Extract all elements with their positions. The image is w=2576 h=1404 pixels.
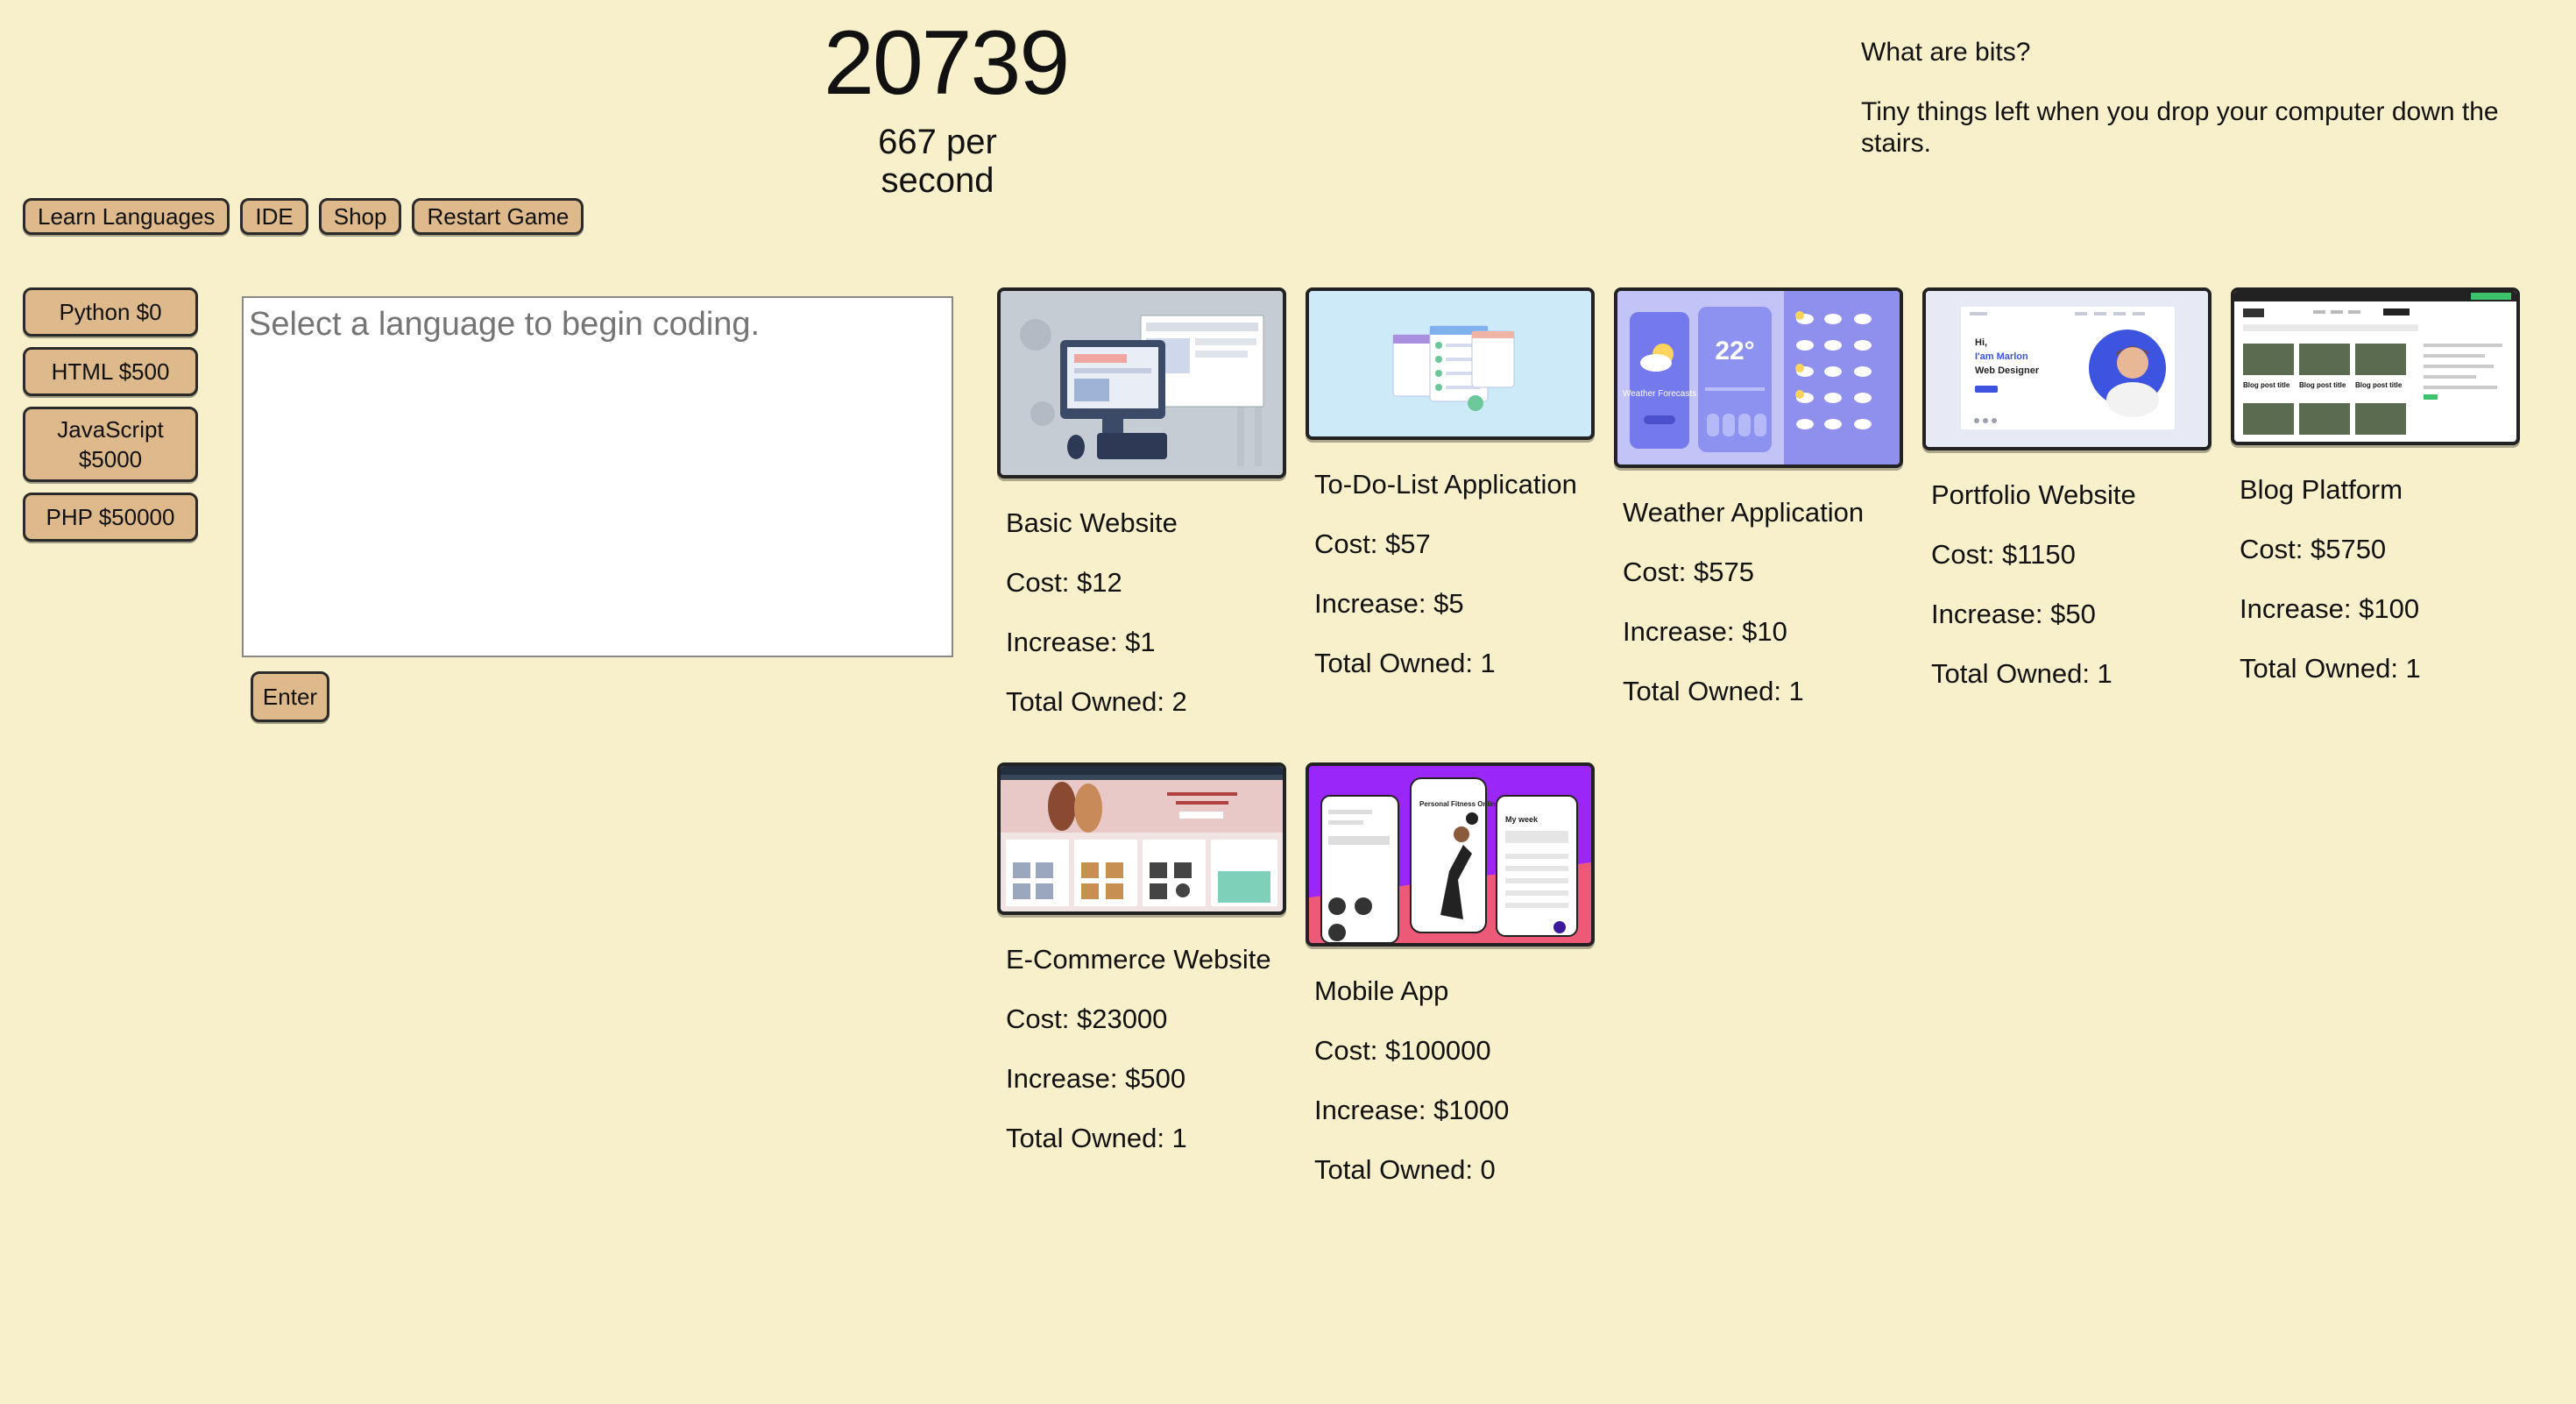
svg-text:I'am Marlon: I'am Marlon	[1975, 351, 2028, 362]
ecommerce-thumbnail[interactable]	[997, 762, 1286, 915]
weather-app-illustration-icon: Weather Forecasts 22°	[1617, 291, 1900, 464]
project-card-mobile-app: Personal Fitness Online App My week Mobi…	[1306, 762, 1595, 1187]
project-card-basic-website: Basic Website Cost: $12 Increase: $1 Tot…	[997, 287, 1286, 719]
project-owned: Total Owned: 2	[1006, 686, 1187, 717]
project-increase: Increase: $1000	[1314, 1095, 1510, 1125]
restart-game-button[interactable]: Restart Game	[412, 198, 584, 235]
checklist-illustration-icon	[1309, 291, 1591, 436]
project-name: E-Commerce Website	[1006, 944, 1271, 975]
svg-text:Hi,: Hi,	[1975, 337, 1987, 348]
language-list: Python $0 HTML $500 JavaScript $5000 PHP…	[23, 287, 198, 542]
joke-panel: What are bits? Tiny things left when you…	[1861, 37, 2527, 160]
basic-website-thumbnail[interactable]	[997, 287, 1286, 479]
learn-languages-button[interactable]: Learn Languages	[23, 198, 230, 235]
project-increase: Increase: $1	[1006, 627, 1156, 657]
score-counter: 20739 667 per second	[824, 12, 1070, 200]
project-name: Portfolio Website	[1931, 479, 2136, 510]
language-button-javascript[interactable]: JavaScript $5000	[23, 407, 198, 482]
enter-button[interactable]: Enter	[251, 671, 329, 722]
project-owned: Total Owned: 1	[1006, 1123, 1187, 1153]
code-input[interactable]	[242, 296, 953, 657]
bits-per-second: 667 per second	[878, 123, 997, 200]
project-owned: Total Owned: 0	[1314, 1154, 1496, 1185]
project-cost: Cost: $100000	[1314, 1035, 1491, 1066]
svg-text:Web Designer: Web Designer	[1975, 365, 2040, 376]
mobile-app-illustration-icon: Personal Fitness Online App My week	[1309, 766, 1591, 943]
blog-illustration-icon: Blog post title Blog post title Blog post …	[2234, 291, 2516, 442]
svg-text:Blog post title: Blog post title	[2299, 381, 2346, 389]
joke-question: What are bits?	[1861, 38, 2031, 67]
language-button-html[interactable]: HTML $500	[23, 347, 198, 396]
project-cost: Cost: $1150	[1931, 539, 2076, 570]
svg-text:My week: My week	[1505, 815, 1539, 824]
weather-thumbnail[interactable]: Weather Forecasts 22°	[1614, 287, 1903, 468]
project-card-weather: Weather Forecasts 22° Weather Applicatio…	[1614, 287, 1903, 708]
svg-text:22°: 22°	[1715, 337, 1754, 365]
project-cost: Cost: $575	[1623, 557, 1754, 587]
blog-thumbnail[interactable]: Blog post title Blog post title Blog post …	[2231, 287, 2520, 445]
project-name: To-Do-List Application	[1314, 469, 1577, 500]
bits-count: 20739	[824, 12, 1070, 114]
portfolio-illustration-icon: Hi, I'am Marlon Web Designer	[1926, 291, 2208, 447]
project-increase: Increase: $50	[1931, 599, 2096, 629]
todo-list-thumbnail[interactable]	[1306, 287, 1595, 440]
language-button-python[interactable]: Python $0	[23, 287, 198, 337]
project-increase: Increase: $5	[1314, 588, 1464, 619]
project-name: Basic Website	[1006, 507, 1178, 538]
top-nav: Learn Languages IDE Shop Restart Game	[23, 198, 584, 235]
project-name: Blog Platform	[2240, 474, 2403, 505]
language-button-php[interactable]: PHP $50000	[23, 493, 198, 542]
project-card-todo-list: To-Do-List Application Cost: $57 Increas…	[1306, 287, 1595, 680]
ide-button[interactable]: IDE	[240, 198, 308, 235]
project-cost: Cost: $23000	[1006, 1003, 1168, 1034]
project-name: Mobile App	[1314, 975, 1449, 1006]
project-owned: Total Owned: 1	[1623, 676, 1804, 706]
project-owned: Total Owned: 1	[1931, 658, 2112, 689]
shop-illustration-icon	[1001, 766, 1283, 911]
project-card-ecommerce: E-Commerce Website Cost: $23000 Increase…	[997, 762, 1286, 1155]
project-name: Weather Application	[1623, 497, 1865, 528]
project-increase: Increase: $500	[1006, 1063, 1186, 1094]
svg-text:Blog post title: Blog post title	[2243, 381, 2290, 389]
svg-text:Blog post title: Blog post title	[2355, 381, 2403, 389]
project-cost: Cost: $12	[1006, 567, 1122, 598]
joke-answer: Tiny things left when you drop your comp…	[1861, 97, 2499, 158]
project-card-blog: Blog post title Blog post title Blog post …	[2231, 287, 2520, 685]
project-increase: Increase: $10	[1623, 616, 1787, 647]
svg-text:Weather Forecasts: Weather Forecasts	[1623, 389, 1696, 399]
project-increase: Increase: $100	[2240, 593, 2420, 624]
project-owned: Total Owned: 1	[2240, 653, 2421, 684]
project-card-portfolio: Hi, I'am Marlon Web Designer Portfolio W…	[1922, 287, 2212, 691]
project-cost: Cost: $5750	[2240, 534, 2387, 564]
shop-button[interactable]: Shop	[318, 198, 402, 235]
portfolio-thumbnail[interactable]: Hi, I'am Marlon Web Designer	[1922, 287, 2212, 450]
mobile-app-thumbnail[interactable]: Personal Fitness Online App My week	[1306, 762, 1595, 947]
project-cost: Cost: $57	[1314, 528, 1431, 559]
computer-illustration-icon	[1001, 291, 1283, 475]
project-owned: Total Owned: 1	[1314, 648, 1496, 678]
